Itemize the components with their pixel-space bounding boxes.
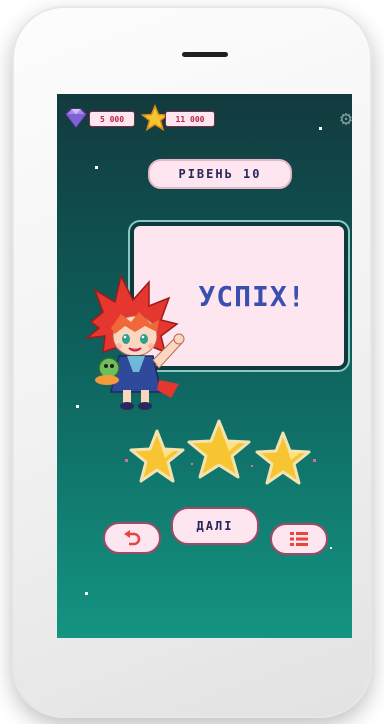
- menu-list-icon: [290, 532, 308, 546]
- replay-icon: [124, 530, 141, 546]
- character-illustration: [84, 273, 185, 410]
- game-screen: 5 000 11 000 ⚙ РІВЕНЬ 10 УСПІХ! ДАЛІ: [57, 94, 352, 638]
- level-label: РІВЕНЬ 10: [148, 159, 292, 189]
- stars-value: 11 000: [165, 111, 215, 127]
- gems-value: 5 000: [89, 111, 135, 127]
- sparkle: [85, 592, 88, 595]
- diamond-icon: [65, 108, 87, 128]
- sparkle: [330, 547, 332, 549]
- gear-icon[interactable]: ⚙: [340, 108, 352, 128]
- phone-speaker: [182, 52, 228, 57]
- earned-stars: [125, 419, 316, 485]
- star-2-icon: [187, 419, 251, 479]
- sparkle: [76, 405, 79, 408]
- star-1-icon: [129, 429, 185, 483]
- star-3-icon: [255, 431, 311, 485]
- replay-button[interactable]: [103, 522, 161, 554]
- sparkle: [95, 166, 98, 169]
- sparkle: [319, 127, 322, 130]
- next-button[interactable]: ДАЛІ: [171, 507, 259, 545]
- menu-button[interactable]: [270, 523, 328, 555]
- phone-frame: 5 000 11 000 ⚙ РІВЕНЬ 10 УСПІХ! ДАЛІ: [12, 6, 372, 718]
